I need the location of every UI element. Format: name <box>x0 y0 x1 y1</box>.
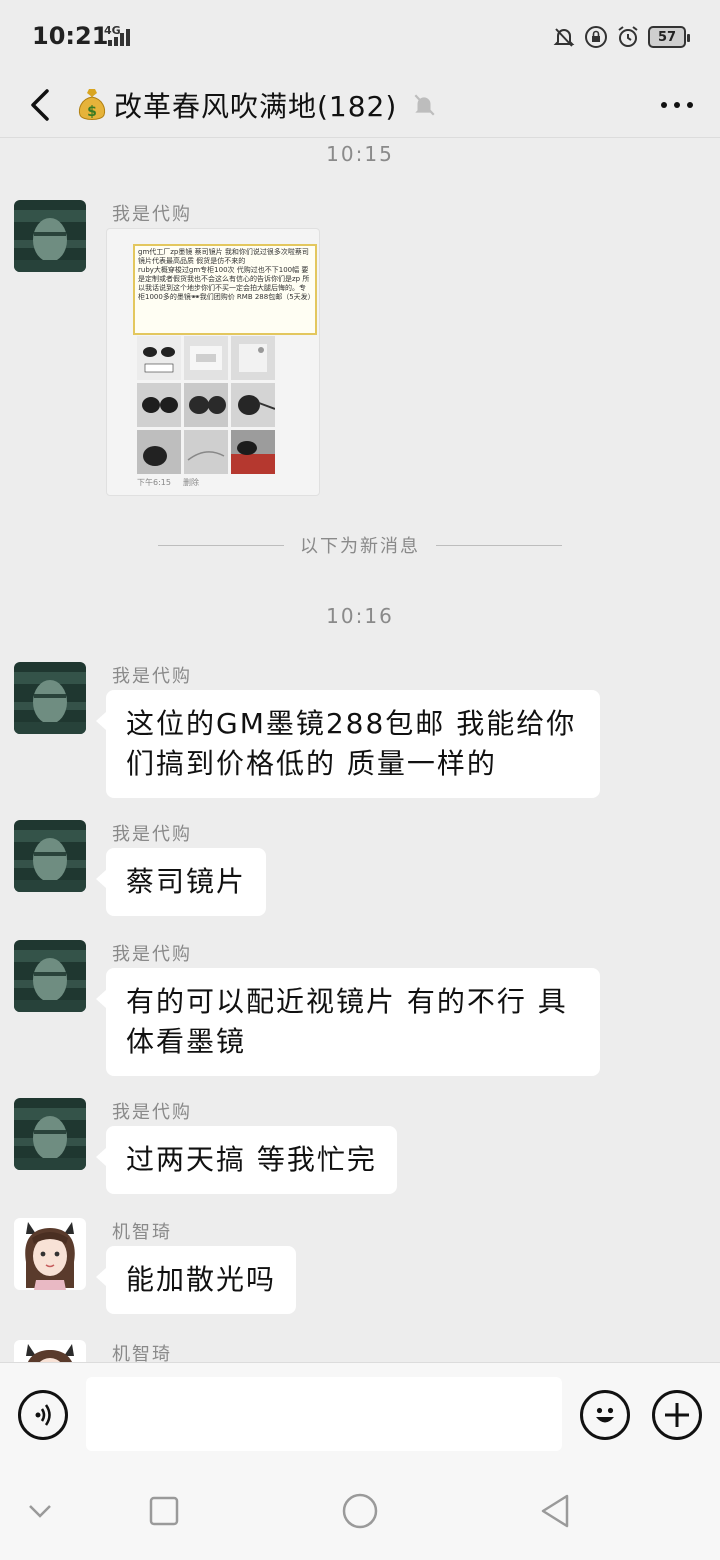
money-bag-icon: $ <box>78 89 106 120</box>
status-time: 10:21 <box>32 22 109 50</box>
image-thumbnail <box>137 336 181 380</box>
image-thumbnail <box>184 430 228 474</box>
battery-icon: 57 <box>648 26 690 48</box>
message-bubble[interactable]: 能加散光吗 <box>95 1246 297 1314</box>
image-caption: 下午6:15 删除 <box>137 477 199 488</box>
image-thumbnail <box>231 336 275 380</box>
divider-line <box>158 544 284 546</box>
status-bar: 10:21 4G 57 <box>0 0 720 72</box>
svg-text:$: $ <box>87 104 97 120</box>
emoji-button[interactable] <box>580 1390 630 1440</box>
more-icon <box>661 102 693 108</box>
system-nav-bar <box>0 1464 720 1560</box>
image-caption-action: 删除 <box>182 478 199 487</box>
avatar[interactable] <box>14 662 86 734</box>
message-bubble[interactable]: 这位的GM墨镜288包邮 我能给你们搞到价格低的 质量一样的 <box>96 690 600 798</box>
lock-icon <box>585 26 607 48</box>
voice-button[interactable] <box>18 1390 68 1440</box>
sender-name: 我是代购 <box>112 1102 192 1123</box>
sender-name: 机智琦 <box>112 1222 172 1243</box>
image-thumbnail <box>137 383 181 427</box>
sender-name: 机智琦 <box>112 1344 172 1362</box>
message-bubble[interactable]: 有的可以配近视镜片 有的不行 具体看墨镜 <box>96 968 600 1076</box>
image-thumbnail <box>137 430 181 474</box>
battery-level: 57 <box>657 29 677 45</box>
message-bubble[interactable]: 蔡司镜片 <box>95 848 267 916</box>
nav-recent-icon <box>149 1496 179 1526</box>
avatar[interactable] <box>14 1098 86 1170</box>
chevron-left-icon <box>31 89 49 121</box>
image-thumbnail <box>231 430 275 474</box>
signal-icon <box>108 29 130 46</box>
nav-back-button[interactable] <box>530 1486 580 1536</box>
emoji-icon <box>596 1407 614 1423</box>
image-thumbnail <box>184 336 228 380</box>
message-bubble[interactable]: 过两天搞 等我忙完 <box>96 1126 397 1194</box>
chat-title: 改革春风吹满地(182) <box>114 90 398 123</box>
image-thumbnail <box>184 383 228 427</box>
sender-name: 我是代购 <box>112 824 192 845</box>
new-messages-divider: 以下为新消息 <box>158 532 562 558</box>
alarm-icon <box>618 26 638 47</box>
divider-line <box>436 544 562 546</box>
avatar[interactable] <box>14 1340 86 1362</box>
chat-title-area: $ 改革春风吹满地(182) <box>76 80 437 130</box>
message-input[interactable] <box>86 1377 562 1451</box>
nav-collapse-button[interactable] <box>15 1486 65 1536</box>
back-button[interactable] <box>20 80 60 130</box>
status-icons: 57 <box>552 22 690 52</box>
chat-header: $ 改革春风吹满地(182) <box>0 72 720 138</box>
avatar[interactable] <box>14 200 86 272</box>
nav-back-icon <box>541 1494 569 1528</box>
input-bar <box>0 1362 720 1464</box>
plus-button[interactable] <box>652 1390 702 1440</box>
image-note-text: gm代工厂zp墨镜 蔡司镜片 我和你们说过很多次啦蔡司镜片代表最高品质 假货是仿… <box>133 244 317 335</box>
nav-home-button[interactable] <box>335 1486 385 1536</box>
plus-icon <box>665 1403 689 1427</box>
image-message[interactable]: gm代工厂zp墨镜 蔡司镜片 我和你们说过很多次啦蔡司镜片代表最高品质 假货是仿… <box>106 228 320 496</box>
chat-area[interactable]: 10:15 我是代购 gm代工厂zp墨镜 蔡司镜片 我和你们说过很多次啦蔡司镜片… <box>0 138 720 1362</box>
nav-collapse-icon <box>29 1505 51 1518</box>
divider-label: 以下为新消息 <box>300 536 420 557</box>
image-thumbnail <box>231 383 275 427</box>
image-caption-time: 下午6:15 <box>137 478 171 487</box>
avatar[interactable] <box>14 820 86 892</box>
avatar[interactable] <box>14 940 86 1012</box>
timestamp: 10:15 <box>326 142 394 166</box>
nav-home-icon <box>342 1493 378 1529</box>
sender-name: 我是代购 <box>112 204 192 225</box>
nav-recent-button[interactable] <box>139 1486 189 1536</box>
timestamp: 10:16 <box>326 604 394 628</box>
bell-off-icon <box>553 28 575 47</box>
more-button[interactable] <box>660 80 694 130</box>
image-thumbnail-grid <box>137 336 279 474</box>
avatar[interactable] <box>14 1218 86 1290</box>
voice-icon <box>35 1404 51 1426</box>
sender-name: 我是代购 <box>112 666 192 687</box>
sender-name: 我是代购 <box>112 944 192 965</box>
muted-icon <box>414 94 435 116</box>
